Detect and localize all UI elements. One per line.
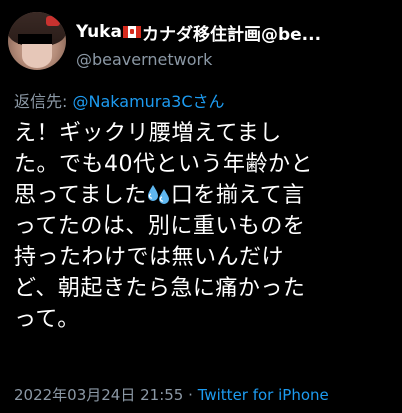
tweet-line: え！ギックリ腰増えてまし [14, 121, 282, 146]
tweet-meta: 2022年03月24日 21:55 · Twitter for iPhone [14, 384, 329, 405]
tweet-line-part: 口を揃えて言 [170, 183, 305, 208]
sweat-droplets-icon [147, 183, 171, 205]
tweet-text: え！ギックリ腰増えてまし た。でも40代という年齢かと 思ってました 口を揃えて言… [14, 118, 398, 335]
tweet-line: って。 [14, 307, 80, 332]
canada-flag-icon [122, 26, 141, 38]
user-handle[interactable]: @beavernetwork [76, 50, 212, 69]
tweet-line-part: 思ってました [14, 183, 147, 208]
display-name-row[interactable]: Yuka カナダ移住計画@be... [76, 20, 396, 44]
avatar[interactable] [8, 12, 66, 70]
reply-prefix: 返信先: [14, 92, 68, 111]
avatar-censor-bar [18, 34, 52, 44]
reply-mention-link[interactable]: @Nakamura3Cさん [73, 92, 225, 111]
tweet-line: 思ってました 口を揃えて言 [14, 180, 398, 211]
display-name[interactable]: Yuka [76, 22, 122, 42]
tweet-source-link[interactable]: Twitter for iPhone [198, 386, 329, 404]
tweet-line: ど、朝起きたら急に痛かった [14, 276, 306, 301]
display-name-suffix[interactable]: カナダ移住計画@be... [142, 20, 321, 45]
tweet-timestamp[interactable]: 2022年03月24日 21:55 [14, 386, 183, 404]
meta-separator: · [188, 386, 193, 404]
tweet-card: Yuka カナダ移住計画@be... @beavernetwork 返信先: @… [0, 0, 402, 413]
tweet-line: 持ったわけでは無いんだけ [14, 245, 285, 270]
tweet-line: た。でも40代という年齢かと [14, 152, 313, 177]
avatar-face [22, 44, 52, 68]
avatar-bow [46, 16, 60, 26]
reply-to: 返信先: @Nakamura3Cさん [14, 88, 225, 112]
tweet-line: ってたのは、別に重いものを [14, 214, 306, 239]
